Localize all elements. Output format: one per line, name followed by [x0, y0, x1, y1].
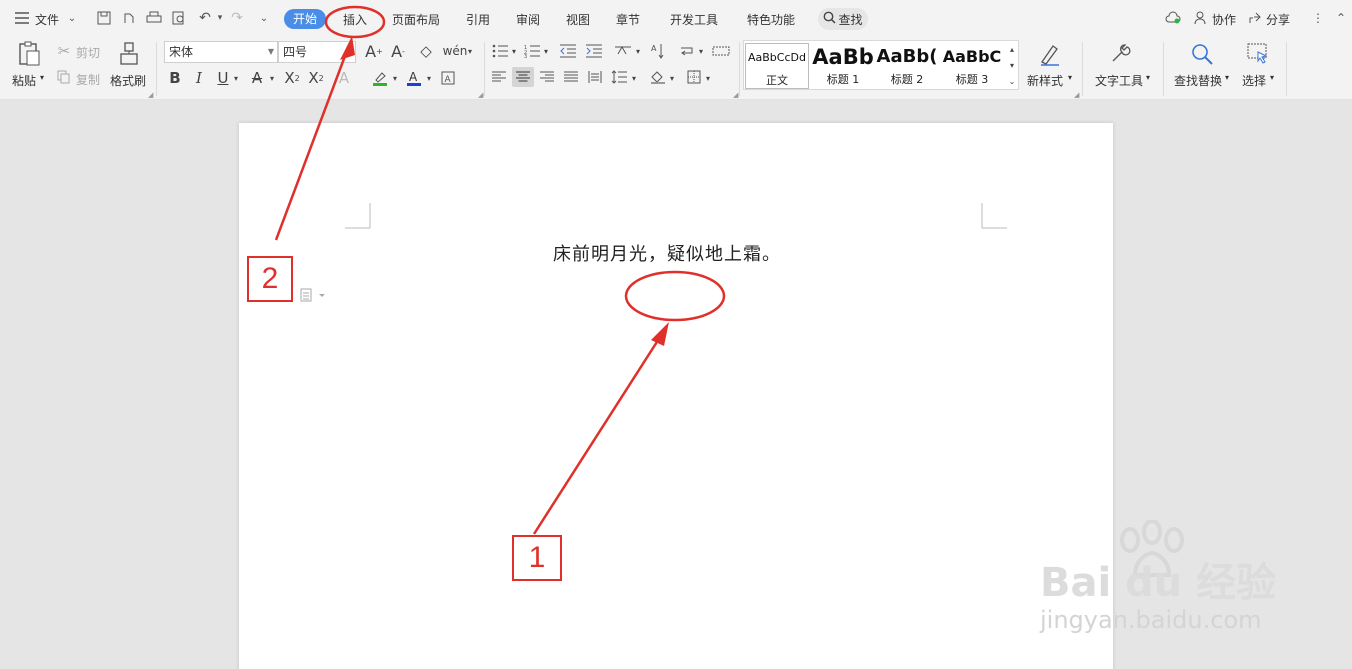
annotation-label-1: 1: [512, 535, 562, 581]
baidu-watermark: Bai du 经验 jingyan.baidu.com: [1040, 520, 1340, 640]
annotation-arrowhead-1: [651, 322, 669, 346]
annotation-circle-insert-tab: [324, 5, 386, 39]
annotation-arrowhead-2: [340, 36, 355, 60]
annotation-arrow-1: [532, 333, 664, 535]
annotation-circle-cursor: [624, 270, 726, 322]
annotation-arrow-2: [274, 47, 350, 241]
watermark-url: jingyan.baidu.com: [1040, 606, 1262, 634]
annotation-label-2: 2: [247, 256, 293, 302]
watermark-brand: Bai du 经验: [1040, 560, 1277, 606]
